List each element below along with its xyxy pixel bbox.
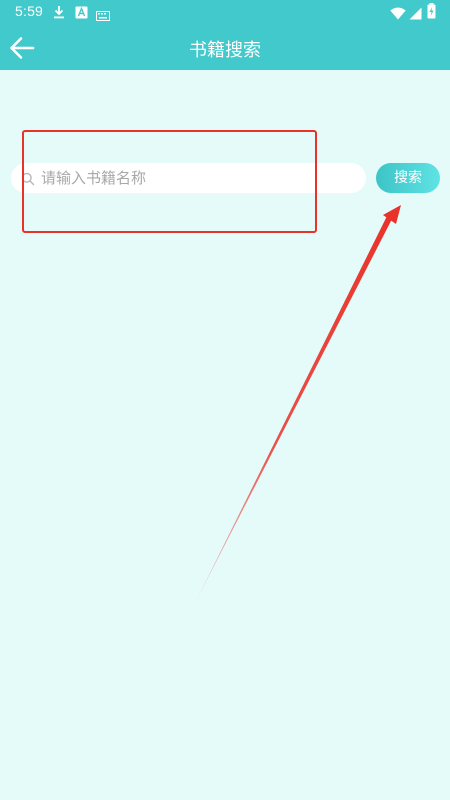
status-bar: 5:59	[0, 0, 450, 24]
status-time: 5:59	[15, 3, 44, 19]
a-box-icon	[75, 4, 88, 23]
annotation-arrow	[193, 205, 401, 607]
keyboard-icon	[96, 6, 110, 25]
search-button[interactable]: 搜索	[376, 163, 440, 193]
battery-icon	[427, 3, 436, 23]
signal-icon	[409, 5, 422, 24]
annotation-highlight-box	[22, 130, 317, 233]
page-title: 书籍搜索	[189, 40, 261, 61]
wifi-icon	[390, 5, 406, 24]
annotation-arrow-head	[383, 205, 401, 224]
download-icon	[53, 4, 65, 23]
app-bar: 书籍搜索	[0, 24, 450, 70]
annotation-arrow-shaft	[193, 216, 392, 607]
